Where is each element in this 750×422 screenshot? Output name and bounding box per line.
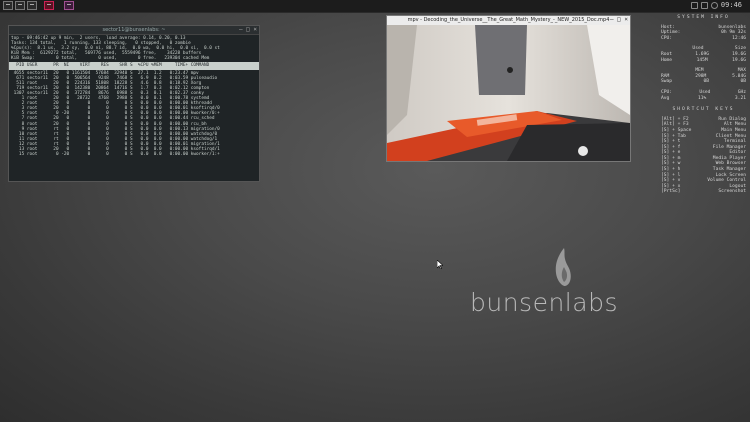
power-icon[interactable] — [711, 2, 718, 9]
process-row: 15 root 0 -20 0 0 0 S 0.0 0.0 0:00.00 kw… — [11, 152, 220, 158]
video-frame[interactable] — [387, 25, 630, 161]
terminal-title: sector11@bunsenlabs: ~ — [102, 27, 166, 33]
terminal-titlebar[interactable]: sector11@bunsenlabs: ~ – □ × — [9, 26, 259, 35]
terminal-window[interactable]: sector11@bunsenlabs: ~ – □ × top - 09:46… — [8, 25, 260, 182]
mpv-title: mpv - Decoding_the_Universe__The_Great_M… — [407, 17, 610, 23]
process-table: 4655 sector11 20 0 1161504 57684 32940 S… — [9, 70, 259, 159]
panel-clock[interactable]: 09:46 — [721, 1, 742, 9]
shortcut-key: [PrtSc] — [661, 189, 681, 195]
bunsenlabs-flame-icon — [555, 248, 571, 286]
shortcut-action: Screenshot — [718, 189, 746, 195]
window-controls[interactable]: – □ × — [610, 17, 628, 23]
mpv-window[interactable]: mpv - Decoding_the_Universe__The_Great_M… — [386, 15, 631, 162]
top-summary: top - 09:46:42 up 9 min, 2 users, load a… — [11, 36, 220, 62]
system-info-heading: SYSTEM INFO — [677, 15, 730, 20]
mouse-cursor-icon — [437, 260, 443, 269]
process-table-header: PID USER PR NI VIRT RES SHR S %CPU %MEM … — [9, 62, 259, 70]
shortcut-list: [Alt] + F2 Run Dialog [Alt] + F3 Alt Menu [S… — [661, 117, 746, 195]
file-manager-icon[interactable] — [15, 1, 25, 10]
terminal-icon[interactable] — [3, 1, 13, 10]
shortcut-row: [PrtSc] Screenshot — [661, 189, 746, 195]
bunsenlabs-logo-text: bunsenlabs — [470, 288, 618, 317]
network-icon[interactable] — [691, 2, 698, 9]
volume-icon[interactable] — [701, 2, 708, 9]
window-icon[interactable] — [44, 1, 54, 10]
window-controls[interactable]: – □ × — [239, 27, 257, 33]
mpv-titlebar[interactable]: mpv - Decoding_the_Universe__The_Great_M… — [387, 16, 630, 25]
top-panel: 09:46 — [0, 0, 750, 13]
terminal-icon[interactable] — [27, 1, 37, 10]
shortcut-keys-heading: SHORTCUT KEYS — [672, 107, 735, 113]
video-image — [387, 25, 630, 161]
conky-panel: SYSTEM INFO Host: bunsenlabs Uptime: 0h 9m… — [661, 14, 746, 204]
media-icon[interactable] — [64, 1, 74, 10]
